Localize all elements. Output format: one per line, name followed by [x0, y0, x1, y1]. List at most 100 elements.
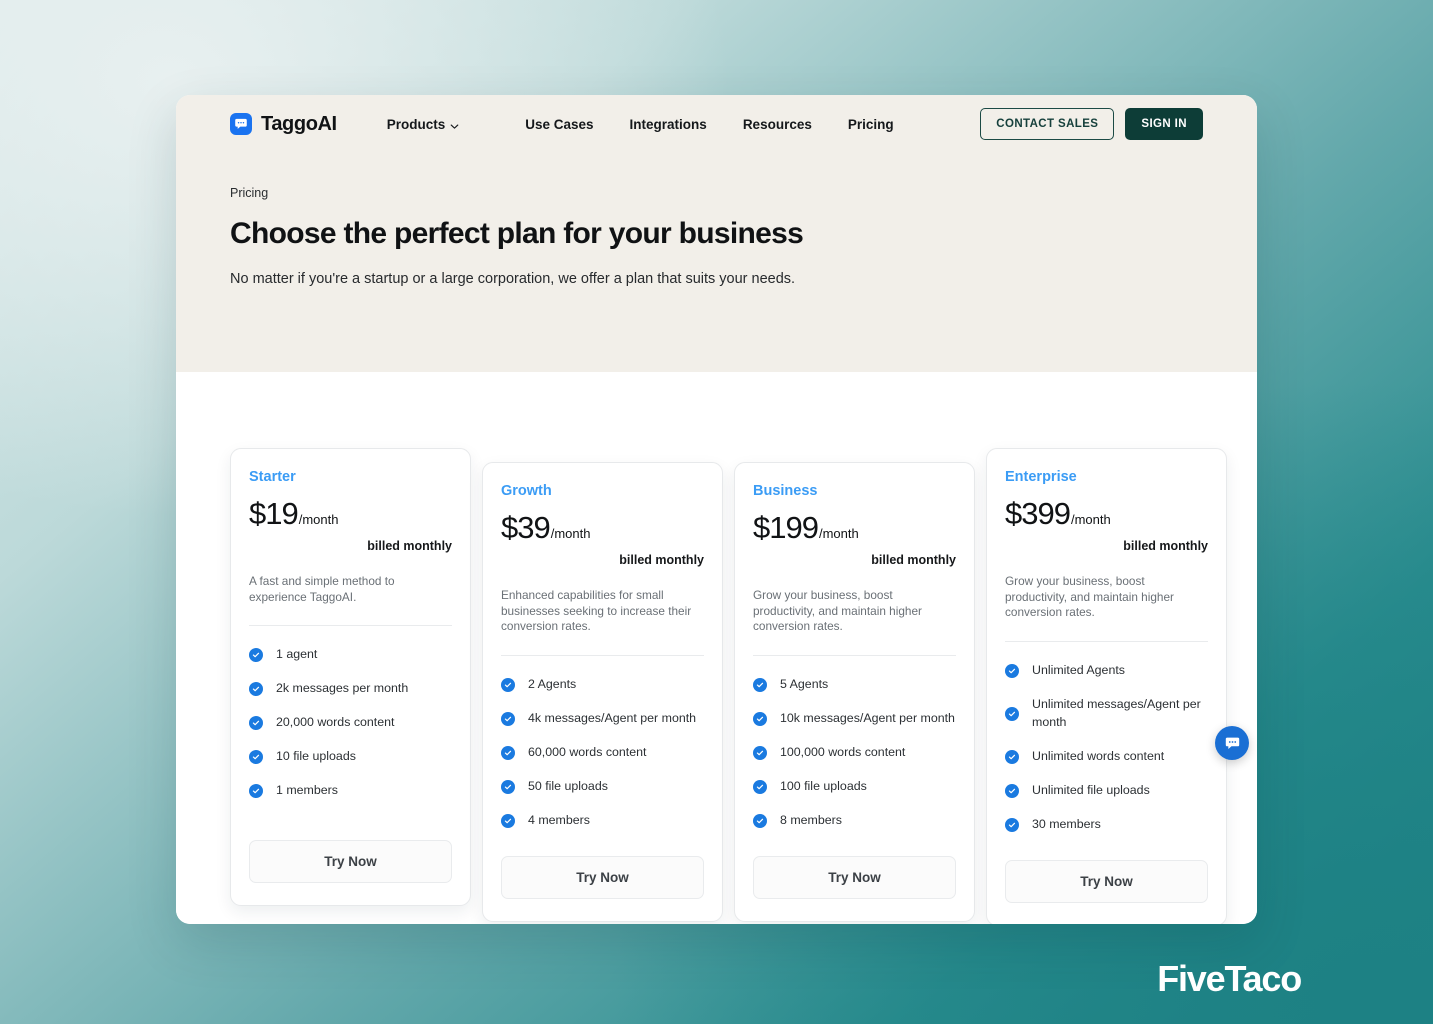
list-item: 50 file uploads — [501, 770, 704, 804]
check-circle-icon — [249, 682, 263, 697]
feature-label: 60,000 words content — [528, 745, 647, 760]
plan-name: Starter — [249, 469, 296, 485]
plan-price-row: $39 /month — [501, 510, 704, 546]
plan-price-row: $399 /month — [1005, 496, 1208, 532]
nav-item-products-label: Products — [386, 116, 446, 132]
feature-label: Unlimited Agents — [1032, 663, 1125, 678]
contact-sales-button[interactable]: CONTACT SALES — [980, 108, 1115, 140]
try-now-button[interactable]: Try Now — [249, 840, 452, 884]
plan-description: Enhanced capabilities for small business… — [501, 588, 692, 634]
chat-bubble-icon — [1225, 737, 1239, 749]
list-item: 20,000 words content — [249, 706, 452, 740]
feature-label: 50 file uploads — [528, 779, 608, 794]
plan-period: /month — [550, 526, 591, 541]
feature-label: 10 file uploads — [276, 749, 356, 764]
check-circle-icon — [501, 746, 515, 761]
plan-price: $399 — [1005, 496, 1071, 531]
feature-label: 100 file uploads — [780, 779, 867, 794]
plan-feature-list: 1 agent 2k messages per month 20,000 wor… — [249, 638, 452, 808]
check-circle-icon — [753, 813, 767, 828]
sign-in-button[interactable]: SIGN IN — [1125, 108, 1203, 140]
check-circle-icon — [249, 784, 263, 799]
fivetaco-watermark: FiveTaco — [1157, 958, 1302, 999]
breadcrumb: Pricing — [230, 186, 269, 200]
pricing-card-enterprise: Enterprise $399 /month billed monthly Gr… — [986, 448, 1227, 924]
plan-billed-note: billed monthly — [1123, 539, 1208, 553]
list-item: 10 file uploads — [249, 740, 452, 774]
plan-name: Growth — [501, 483, 552, 499]
plan-period: /month — [818, 526, 859, 541]
feature-label: 20,000 words content — [276, 715, 395, 730]
check-circle-icon — [753, 712, 767, 727]
nav-item-integrations[interactable]: Integrations — [618, 111, 719, 138]
feature-label: 4 members — [528, 813, 590, 827]
list-item: 10k messages/Agent per month — [753, 702, 956, 736]
plan-period: /month — [298, 512, 339, 527]
try-now-button[interactable]: Try Now — [753, 855, 956, 899]
feature-label: 100,000 words content — [780, 745, 906, 760]
plan-price: $199 — [753, 510, 819, 545]
list-item: 60,000 words content — [501, 736, 704, 770]
feature-label: Unlimited file uploads — [1032, 783, 1150, 797]
divider — [1005, 641, 1208, 643]
nav-item-resources-label: Resources — [742, 116, 812, 132]
list-item: Unlimited file uploads — [1005, 774, 1208, 808]
check-circle-icon — [249, 648, 263, 663]
plan-period: /month — [1070, 512, 1111, 527]
list-item: Unlimited messages/Agent per month — [1005, 688, 1208, 740]
hero-body: Pricing Choose the perfect plan for your… — [176, 153, 1257, 287]
divider — [249, 625, 452, 627]
brand-logo[interactable]: TaggoAI — [230, 113, 337, 136]
list-item: 30 members — [1005, 808, 1208, 842]
list-item: 8 members — [753, 804, 956, 838]
list-item: 4 members — [501, 804, 704, 838]
divider — [753, 655, 956, 657]
check-circle-icon — [501, 780, 515, 794]
check-circle-icon — [249, 716, 263, 731]
plan-feature-list: 2 Agents 4k messages/Agent per month 60,… — [501, 668, 704, 838]
plan-name: Enterprise — [1005, 469, 1077, 485]
nav-item-use-cases-label: Use Cases — [525, 116, 594, 132]
check-circle-icon — [501, 712, 515, 727]
list-item: 1 agent — [249, 638, 452, 672]
check-circle-icon — [501, 678, 515, 693]
plan-price-row: $199 /month — [753, 510, 956, 546]
nav-item-resources[interactable]: Resources — [731, 111, 824, 138]
hero-section: TaggoAI Products Use Cases Integrations — [176, 95, 1257, 372]
check-circle-icon — [1005, 664, 1019, 679]
nav-item-use-cases[interactable]: Use Cases — [513, 111, 605, 138]
feature-label: 10k messages/Agent per month — [780, 711, 955, 726]
feature-label: 8 members — [780, 813, 842, 827]
try-now-button[interactable]: Try Now — [1005, 859, 1208, 903]
try-now-button[interactable]: Try Now — [501, 855, 704, 899]
feature-label: 2 Agents — [528, 677, 577, 692]
check-circle-icon — [753, 780, 767, 794]
plan-description: Grow your business, boost productivity, … — [753, 588, 922, 634]
plan-price-row: $19 /month — [249, 496, 452, 532]
check-circle-icon — [1005, 707, 1019, 722]
nav-item-pricing[interactable]: Pricing — [836, 111, 906, 138]
divider — [501, 655, 704, 657]
list-item: 1 members — [249, 774, 452, 808]
plan-description: Grow your business, boost productivity, … — [1005, 574, 1174, 620]
page-subtitle: No matter if you're a startup or a large… — [230, 271, 796, 287]
nav-item-integrations-label: Integrations — [629, 116, 707, 132]
check-circle-icon — [753, 678, 767, 693]
site-frame: TaggoAI Products Use Cases Integrations — [176, 95, 1257, 924]
feature-label: 1 members — [276, 783, 338, 798]
feature-label: 30 members — [1032, 816, 1101, 831]
list-item: 100,000 words content — [753, 736, 956, 770]
check-circle-icon — [1005, 750, 1019, 764]
check-circle-icon — [1005, 783, 1019, 798]
list-item: Unlimited Agents — [1005, 654, 1208, 688]
nav-item-products[interactable]: Products — [375, 111, 472, 138]
feature-label: 5 Agents — [780, 677, 829, 692]
plan-price: $19 — [249, 496, 299, 531]
plan-billed-note: billed monthly — [871, 553, 956, 567]
pricing-card-starter: Starter $19 /month billed monthly A fast… — [230, 448, 471, 907]
chat-widget-button[interactable] — [1215, 726, 1249, 760]
page-title: Choose the perfect plan for your busines… — [230, 217, 804, 250]
list-item: 2k messages per month — [249, 672, 452, 706]
feature-label: 1 agent — [276, 647, 318, 662]
list-item: Unlimited words content — [1005, 740, 1208, 774]
